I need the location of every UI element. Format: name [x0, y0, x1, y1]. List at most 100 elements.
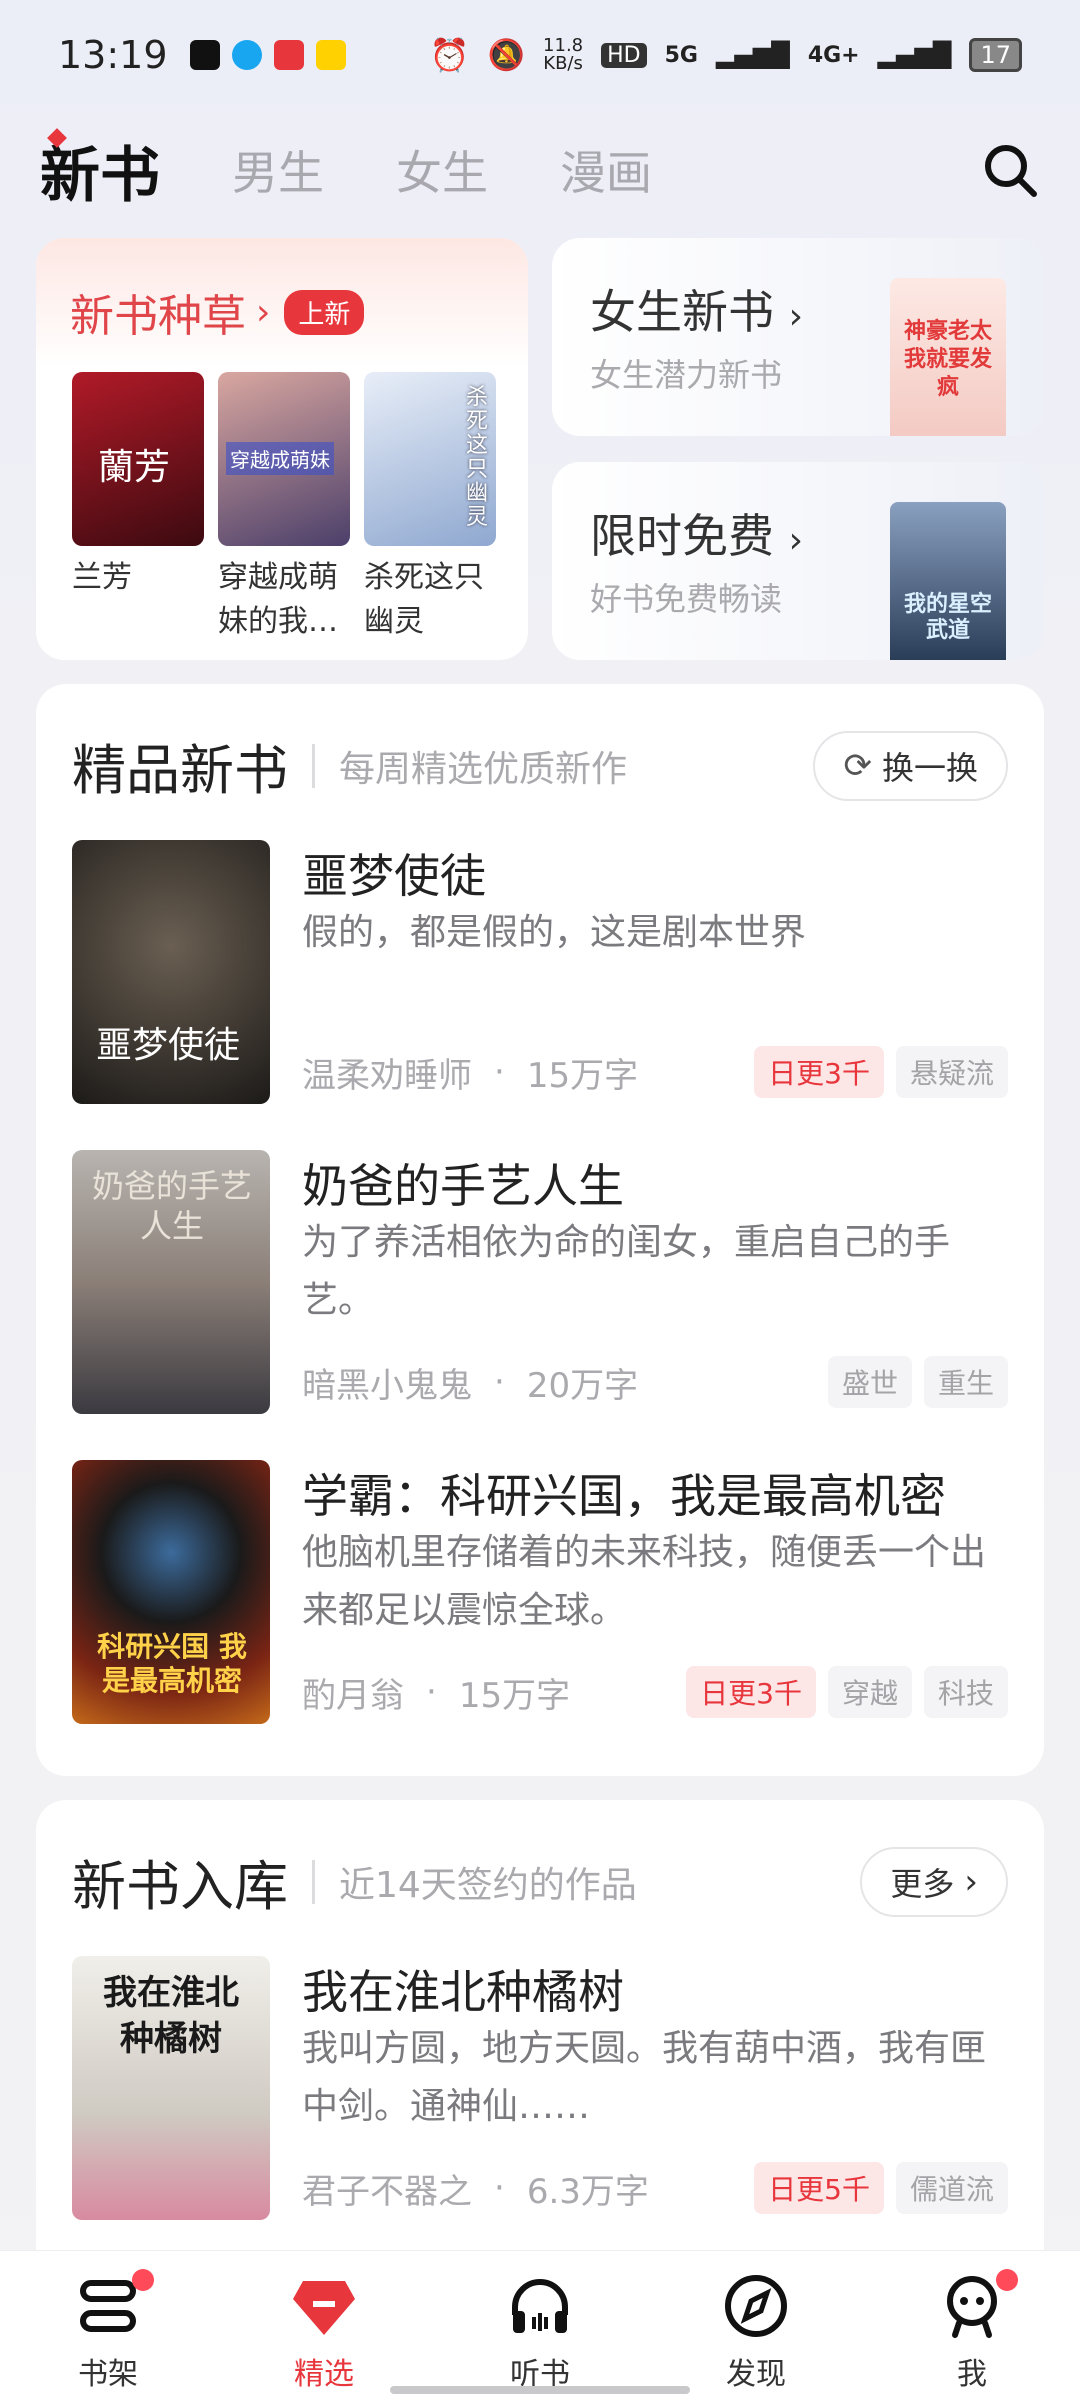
book-meta: 温柔劝睡师 · 15万字 日更3千 悬疑流 — [302, 1046, 1008, 1098]
signal-icon: ▂▄▆█ — [877, 41, 952, 69]
notification-dot — [132, 2269, 154, 2291]
book-description: 我叫方圆，地方天圆。我有葫中酒，我有匣中剑。通神仙…… — [302, 2028, 987, 2127]
section-header: 新书入库 近14天签约的作品 更多 › — [72, 1842, 1008, 1921]
book-title: 我在淮北种橘树 — [302, 1965, 624, 2019]
alarm-icon: ⏰ — [429, 36, 470, 74]
status-time: 13:19 — [58, 33, 168, 77]
nav-audiobooks[interactable]: 听书 — [440, 2271, 640, 2393]
notification-dot — [996, 2269, 1018, 2291]
book-cover: 杀死这只幽灵 — [364, 372, 496, 546]
tag: 重生 — [923, 1356, 1008, 1408]
tag: 穿越 — [827, 1666, 912, 1718]
nav-label: 精选 — [294, 2357, 354, 2392]
book-cover: 我在淮北 种橘树 — [72, 1956, 270, 2220]
cover-title: 杀死这只幽灵 — [466, 385, 489, 530]
status-bar: 13:19 ⏰ 🔕 11.8 KB/s HD 5G ▂▄▆█ 4G+ ▂▄▆█ … — [0, 0, 1080, 110]
card-title: 限时免费 › — [590, 509, 804, 563]
headphones-icon — [512, 2279, 568, 2333]
tag: 科技 — [923, 1666, 1008, 1718]
signal-5g: 5G — [664, 42, 698, 68]
signal-icon: ▂▄▆█ — [715, 41, 790, 69]
tag-list: 日更3千 穿越 科技 — [686, 1666, 1008, 1718]
signal-4g: 4G+ — [807, 42, 860, 68]
female-new-books-card[interactable]: 女生新书 › 女生潜力新书 神豪老太 我就要发疯 — [552, 238, 1044, 436]
search-icon — [985, 145, 1037, 197]
book-cover: 奶爸的手艺人生 — [72, 1150, 270, 1414]
tag: 日更3千 — [686, 1666, 816, 1718]
tab-female[interactable]: 女生 — [396, 137, 488, 203]
book-meta: 暗黑小鬼鬼 · 20万字 盛世 重生 — [302, 1356, 1008, 1408]
book-title: 噩梦使徒 — [302, 849, 486, 903]
book-description: 他脑机里存储着的未来科技，随便丢一个出来都足以震惊全球。 — [302, 1532, 987, 1631]
promo-header[interactable]: 新书种草 › 上新 — [70, 280, 365, 344]
nav-discover[interactable]: 发现 — [656, 2271, 856, 2393]
tag-list: 日更5千 儒道流 — [754, 2162, 1008, 2214]
book-item[interactable]: 科研兴国 我是最高机密 学霸：科研兴国，我是最高机密 他脑机里存储着的未来科技，… — [72, 1460, 1008, 1724]
card-subtitle: 好书免费畅读 — [590, 580, 783, 618]
hd-icon: HD — [601, 42, 647, 68]
nav-label: 发现 — [726, 2357, 786, 2392]
tab-comics[interactable]: 漫画 — [560, 137, 652, 203]
book-cover: 蘭芳 — [72, 372, 204, 546]
search-button[interactable] — [980, 140, 1040, 200]
section-subtitle: 近14天签约的作品 — [339, 1864, 637, 1906]
cover-title: 奶爸的手艺人生 — [92, 1167, 253, 1245]
chevron-right-icon: › — [788, 296, 804, 337]
new-badge: 上新 — [284, 289, 365, 335]
nav-label: 我 — [957, 2357, 987, 2392]
more-label: 更多 — [890, 1864, 955, 1903]
tiktok-icon — [189, 40, 220, 70]
promo-book-list: 蘭芳 兰芳 穿越成萌妹 穿越成萌妹的我… 杀死这只幽灵 杀死这只幽灵 — [72, 372, 496, 644]
book-author: 暗黑小鬼鬼 — [302, 1365, 472, 1406]
book-meta: 君子不器之 · 6.3万字 日更5千 儒道流 — [302, 2162, 1008, 2214]
book-author: 酌月翁 — [302, 1675, 404, 1716]
compass-icon — [725, 2275, 787, 2337]
tag: 盛世 — [827, 1356, 912, 1408]
home-indicator[interactable] — [390, 2386, 690, 2394]
limited-free-card[interactable]: 限时免费 › 好书免费畅读 我的星空武道 — [552, 462, 1044, 660]
book-meta: 酌月翁 · 15万字 日更3千 穿越 科技 — [302, 1666, 1008, 1718]
refresh-button[interactable]: ⟳ 换一换 — [813, 730, 1008, 801]
tab-new-books[interactable]: 新书 — [40, 127, 160, 214]
book-item[interactable]: 我在淮北 种橘树 我在淮北种橘树 我叫方圆，地方天圆。我有葫中酒，我有匣中剑。通… — [72, 1956, 1008, 2220]
qq-icon — [231, 40, 262, 70]
cover-title: 我在淮北 种橘树 — [103, 1973, 239, 2059]
nav-profile[interactable]: 我 — [872, 2269, 1072, 2393]
promo-book-title: 兰芳 — [72, 560, 132, 595]
book-item[interactable]: 奶爸的手艺人生 奶爸的手艺人生 为了养活相依为命的闺女，重启自己的手艺。 暗黑小… — [72, 1150, 1008, 1414]
promo-book[interactable]: 杀死这只幽灵 杀死这只幽灵 — [364, 372, 496, 644]
promo-book[interactable]: 蘭芳 兰芳 — [72, 372, 204, 644]
meta-separator: · — [494, 1362, 505, 1402]
card-title: 女生新书 › — [590, 285, 804, 339]
divider — [312, 743, 315, 788]
book-author: 温柔劝睡师 — [302, 1055, 472, 1096]
book-description: 为了养活相依为命的闺女，重启自己的手艺。 — [302, 1222, 951, 1321]
mute-icon: 🔕 — [487, 37, 526, 73]
net-speed: 11.8 KB/s — [543, 35, 584, 74]
gem-icon — [293, 2281, 355, 2335]
tab-male[interactable]: 男生 — [232, 137, 324, 203]
book-cover: 噩梦使徒 — [72, 840, 270, 1104]
word-count: 15万字 — [526, 1055, 639, 1096]
card-subtitle: 女生潜力新书 — [590, 356, 783, 394]
book-description: 假的，都是假的，这是剧本世界 — [302, 912, 807, 953]
new-books-promo-card[interactable]: 新书种草 › 上新 蘭芳 兰芳 穿越成萌妹 穿越成萌妹的我… 杀死这只幽灵 杀死… — [36, 238, 528, 660]
refresh-icon: ⟳ — [843, 745, 872, 786]
book-item[interactable]: 噩梦使徒 噩梦使徒 假的，都是假的，这是剧本世界 温柔劝睡师 · 15万字 日更… — [72, 840, 1008, 1104]
nav-bookshelf[interactable]: 书架 — [8, 2269, 208, 2393]
book-title: 奶爸的手艺人生 — [302, 1159, 624, 1213]
promo-title: 新书种草 — [70, 291, 246, 342]
word-count: 6.3万字 — [526, 2171, 649, 2212]
meta-separator: · — [494, 2168, 505, 2208]
more-button[interactable]: 更多 › — [860, 1846, 1008, 1917]
promo-book[interactable]: 穿越成萌妹 穿越成萌妹的我… — [218, 372, 350, 644]
section-subtitle: 每周精选优质新作 — [339, 748, 628, 790]
chevron-right-icon: › — [964, 1861, 978, 1902]
tag-list: 盛世 重生 — [827, 1356, 1008, 1408]
book-cover: 神豪老太 我就要发疯 — [890, 278, 1006, 436]
tag: 日更5千 — [754, 2162, 884, 2214]
nav-featured[interactable]: 精选 — [224, 2271, 424, 2393]
word-count: 20万字 — [526, 1365, 639, 1406]
refresh-label: 换一换 — [881, 748, 978, 787]
section-title: 新书入库 — [72, 1855, 288, 1918]
